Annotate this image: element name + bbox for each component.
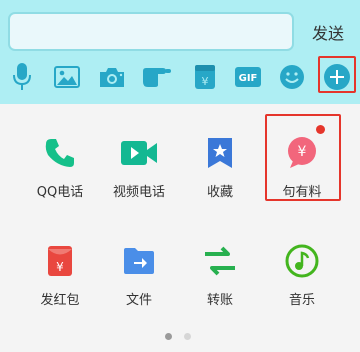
panel-item-label: 文件: [125, 293, 152, 308]
panel-item-label: 音乐: [288, 293, 315, 308]
message-input[interactable]: [8, 12, 294, 51]
panel-item-red-envelope[interactable]: ¥ 发红包: [15, 241, 105, 321]
page-indicator: [184, 333, 191, 340]
video-call-icon: [119, 133, 159, 173]
camera-icon[interactable]: [95, 60, 129, 94]
music-icon: [282, 241, 322, 281]
ju-you-liao-highlight-frame: [265, 114, 341, 201]
image-icon[interactable]: [50, 60, 84, 94]
microphone-icon[interactable]: [5, 60, 39, 94]
panel-item-label: QQ电话: [36, 185, 84, 200]
panel-item-video-call[interactable]: 视频电话: [94, 133, 184, 213]
panel-item-label: 发红包: [40, 293, 80, 308]
gif-icon[interactable]: GIF: [231, 60, 265, 94]
favorites-icon: [200, 133, 240, 173]
send-button[interactable]: 发送: [306, 21, 350, 47]
panel-item-transfer[interactable]: 转账: [175, 241, 265, 321]
phone-icon: [40, 133, 80, 173]
panel-item-file[interactable]: 文件: [94, 241, 184, 321]
red-envelope-icon: ¥: [40, 241, 80, 281]
red-packet-icon[interactable]: ¥: [188, 60, 222, 94]
plus-highlight-frame: [318, 56, 356, 93]
panel-item-label: 转账: [206, 293, 233, 308]
input-toolbar: ¥ GIF: [0, 56, 360, 96]
panel-item-label: 收藏: [206, 185, 233, 200]
svg-text:¥: ¥: [202, 75, 209, 88]
svg-text:¥: ¥: [56, 260, 64, 274]
hand-poke-icon[interactable]: [140, 60, 174, 94]
emoji-icon[interactable]: [275, 60, 309, 94]
transfer-icon: [200, 241, 240, 281]
panel-item-qq-call[interactable]: QQ电话: [15, 133, 105, 213]
chat-input-area: 发送 ¥ GIF: [0, 0, 360, 104]
page-indicator-active: [165, 333, 172, 340]
panel-item-music[interactable]: 音乐: [257, 241, 347, 321]
panel-item-label: 视频电话: [112, 185, 165, 200]
file-folder-icon: [119, 241, 159, 281]
panel-item-favorites[interactable]: 收藏: [175, 133, 265, 213]
svg-text:GIF: GIF: [239, 73, 258, 84]
